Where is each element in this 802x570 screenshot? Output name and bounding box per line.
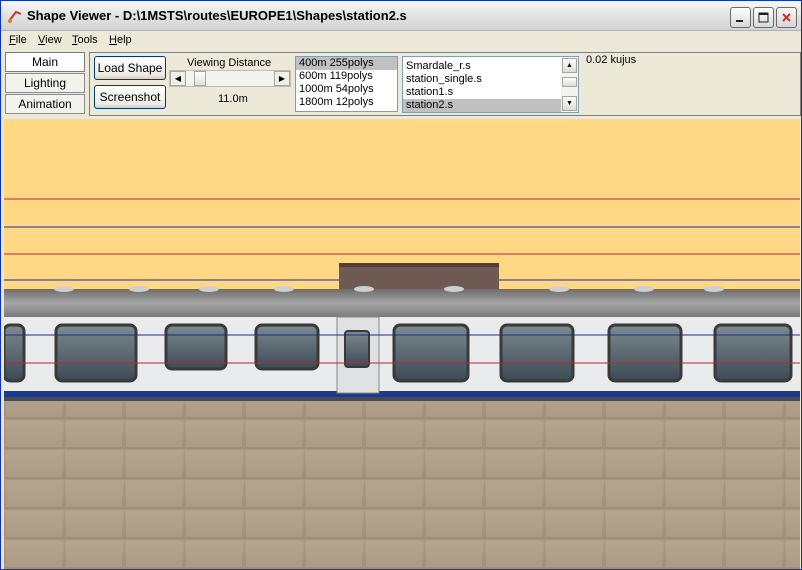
train-roof <box>4 289 800 317</box>
ground <box>4 397 800 569</box>
list-item[interactable]: 600m 119polys <box>296 70 397 83</box>
minimize-icon <box>736 20 743 22</box>
menu-tools[interactable]: Tools <box>72 34 98 46</box>
train-door-window <box>344 330 370 368</box>
train-stripe <box>4 391 800 397</box>
tab-lighting[interactable]: Lighting <box>5 73 85 93</box>
station-building-roof <box>339 263 499 267</box>
scroll-right-icon[interactable]: ▶ <box>274 71 290 86</box>
shape-viewport[interactable] <box>4 119 800 569</box>
menu-file-accel: F <box>9 34 16 46</box>
close-icon <box>782 13 791 22</box>
menu-file-rest: ile <box>15 34 27 46</box>
slider-thumb[interactable] <box>194 71 206 86</box>
app-icon <box>8 10 22 23</box>
menu-help-rest: elp <box>116 34 132 46</box>
list-item[interactable]: station1.s <box>403 86 561 99</box>
viewport-scene <box>4 119 800 569</box>
train-windows <box>4 323 793 383</box>
list-item[interactable]: 1000m 54polys <box>296 83 397 96</box>
tab-animation[interactable]: Animation <box>5 94 85 114</box>
close-button[interactable] <box>776 7 797 28</box>
scroll-up-icon[interactable]: ▲ <box>562 58 577 73</box>
scroll-down-icon[interactable]: ▼ <box>562 96 577 111</box>
scroll-left-icon[interactable]: ◀ <box>170 71 186 86</box>
menu-bar: File View Tools Help <box>1 32 801 50</box>
viewing-distance-slider[interactable]: ◀ ▶ <box>169 70 291 87</box>
load-shape-button[interactable]: Load Shape <box>94 56 166 80</box>
tab-main[interactable]: Main <box>5 52 85 72</box>
viewing-distance-value: 11.0m <box>218 93 248 105</box>
list-item[interactable]: station_single.s <box>403 73 561 86</box>
list-item[interactable]: station2.s <box>403 99 561 112</box>
title-bar[interactable]: Shape Viewer - D:\1MSTS\routes\EUROPE1\S… <box>1 1 801 31</box>
status-text: 0.02 kujus <box>586 54 637 66</box>
maximize-icon <box>758 12 769 23</box>
minimize-button[interactable] <box>730 7 751 28</box>
menu-view-rest: iew <box>45 34 62 46</box>
shape-viewer-window: Shape Viewer - D:\1MSTS\routes\EUROPE1\S… <box>0 0 802 570</box>
menu-file[interactable]: File <box>9 34 27 46</box>
maximize-button[interactable] <box>753 7 774 28</box>
shape-file-list[interactable]: Smardale_r.s station_single.s station1.s… <box>402 56 579 113</box>
menu-view[interactable]: View <box>38 34 62 46</box>
viewing-distance-label: Viewing Distance <box>187 57 272 69</box>
menu-help-accel: H <box>109 34 117 46</box>
menu-help[interactable]: Help <box>109 34 132 46</box>
list-item[interactable]: 1800m 12polys <box>296 96 397 109</box>
list-item[interactable]: Smardale_r.s <box>403 60 561 73</box>
list-item[interactable]: 400m 255polys <box>296 57 397 70</box>
shape-list-scrollbar[interactable]: ▲ ▼ <box>561 57 578 112</box>
train-underframe <box>4 397 800 401</box>
screenshot-button[interactable]: Screenshot <box>94 85 166 109</box>
lod-list[interactable]: 400m 255polys 600m 119polys 1000m 54poly… <box>295 56 398 112</box>
window-title: Shape Viewer - D:\1MSTS\routes\EUROPE1\S… <box>27 8 407 23</box>
menu-tools-rest: ools <box>77 34 98 46</box>
scrollbar-thumb[interactable] <box>562 77 577 87</box>
